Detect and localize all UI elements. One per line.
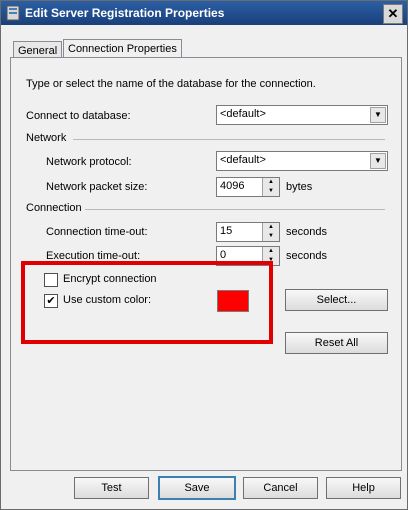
spin-down-icon[interactable]: ▼ [263,232,279,241]
conn-timeout-unit: seconds [286,226,327,238]
tab-connection-properties[interactable]: Connection Properties [63,39,182,58]
chevron-down-icon[interactable]: ▼ [370,107,386,123]
reset-all-button[interactable]: Reset All [285,332,388,354]
help-button[interactable]: Help [326,477,401,499]
chevron-down-icon[interactable]: ▼ [370,153,386,169]
conn-timeout-label: Connection time-out: [46,226,148,238]
packet-size-value: 4096 [220,180,245,192]
packet-size-label: Network packet size: [46,181,148,193]
connection-section-label: Connection [26,202,82,214]
select-button[interactable]: Select... [285,289,388,311]
exec-timeout-value: 0 [220,249,227,261]
server-icon [6,5,20,21]
conn-timeout-spinner[interactable]: 15 ▲ ▼ [216,222,280,242]
network-section-label: Network [26,132,67,144]
intro-text: Type or select the name of the database … [26,78,316,90]
test-button[interactable]: Test [74,477,149,499]
exec-timeout-unit: seconds [286,250,327,262]
cancel-button[interactable]: Cancel [243,477,318,499]
spin-up-icon[interactable]: ▲ [263,223,279,232]
custom-color-checkbox[interactable]: ✔ [44,294,58,308]
network-protocol-label: Network protocol: [46,156,132,168]
network-separator [73,139,385,140]
window-title: Edit Server Registration Properties [25,6,225,20]
encrypt-label: Encrypt connection [63,273,157,285]
packet-size-unit: bytes [286,181,313,193]
spinner-buttons[interactable]: ▲ ▼ [262,223,279,241]
spin-down-icon[interactable]: ▼ [263,187,279,196]
connection-separator [85,209,385,210]
packet-size-spinner[interactable]: 4096 ▲ ▼ [216,177,280,197]
network-protocol-combo[interactable]: <default> ▼ [216,151,388,171]
tab-general[interactable]: General [13,41,63,58]
encrypt-checkbox[interactable] [44,273,58,287]
connect-db-value: <default> [220,108,266,120]
spin-up-icon[interactable]: ▲ [263,178,279,187]
network-protocol-value: <default> [220,154,266,166]
save-button[interactable]: Save [158,476,236,500]
color-swatch[interactable] [217,290,249,312]
connect-db-combo[interactable]: <default> ▼ [216,105,388,125]
spin-up-icon[interactable]: ▲ [263,247,279,256]
close-icon[interactable]: ✕ [383,4,403,24]
conn-timeout-value: 15 [220,225,233,237]
custom-color-label: Use custom color: [63,294,152,306]
spinner-buttons[interactable]: ▲ ▼ [262,178,279,196]
connect-db-label: Connect to database: [26,110,131,122]
dialog-window: Edit Server Registration Properties ✕ Ge… [0,0,408,510]
title-bar: Edit Server Registration Properties ✕ [1,1,407,25]
